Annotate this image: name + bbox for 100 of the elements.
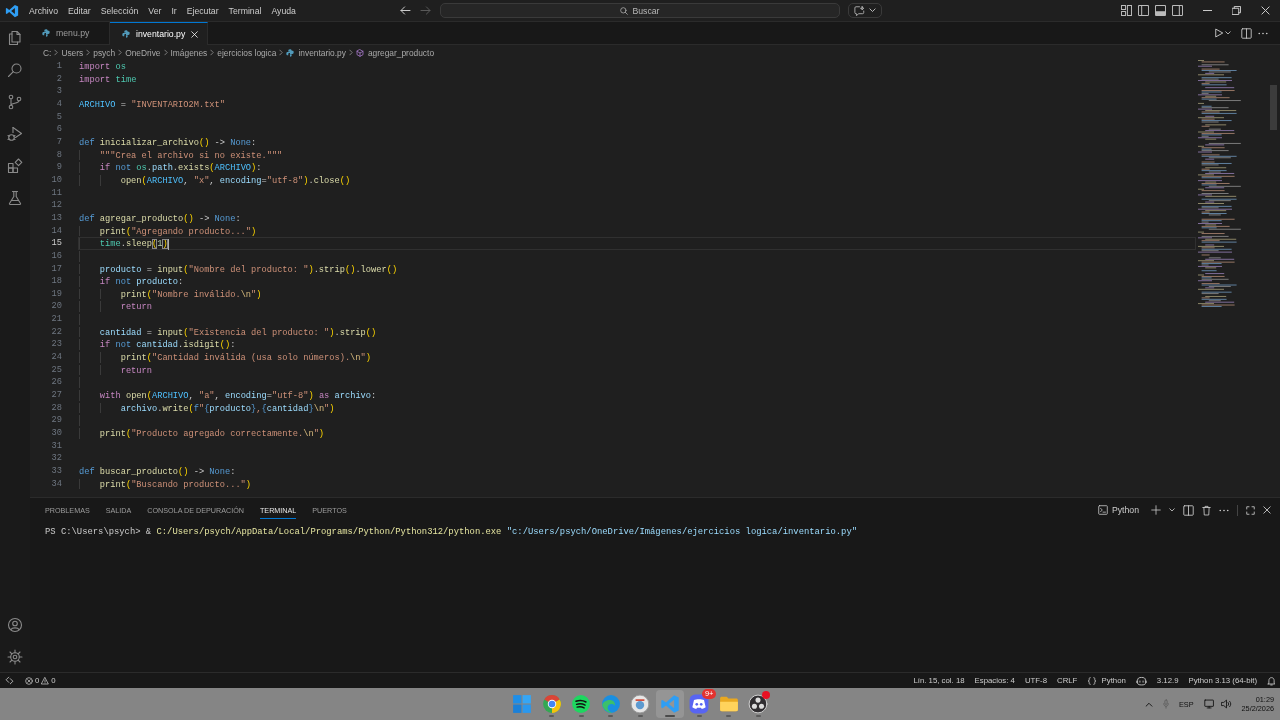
line-number: 16 [50, 249, 62, 263]
more-icon[interactable] [1219, 508, 1229, 512]
chevron-up-icon[interactable] [1144, 701, 1153, 707]
bell-icon[interactable] [1267, 675, 1276, 686]
line-number: 34 [50, 477, 62, 491]
round-app-icon[interactable] [630, 694, 650, 714]
panel-bottom-icon[interactable] [1155, 5, 1166, 16]
file-icon [42, 29, 50, 37]
split-editor-icon[interactable] [1241, 27, 1252, 39]
code-line: return [120, 364, 152, 376]
app-logo-icon [5, 3, 19, 18]
close-icon[interactable] [1263, 506, 1271, 514]
source-control-icon[interactable] [7, 94, 23, 110]
menu-item[interactable]: Ir [166, 5, 182, 16]
sidebar-right-icon[interactable] [1172, 5, 1183, 16]
code-line: def buscar_producto() -> None: [79, 466, 236, 477]
breadcrumb-item[interactable]: inventario.py [286, 47, 346, 58]
back-arrow-icon[interactable] [400, 6, 411, 15]
code-line: archivo.write(f"{producto},{cantidad}\n") [120, 402, 335, 414]
robot-face-icon[interactable] [1135, 675, 1147, 686]
menu-item[interactable]: Editar [62, 5, 96, 16]
code-line: import time [79, 73, 137, 85]
flask-icon[interactable] [7, 190, 23, 206]
trash-icon[interactable] [1202, 504, 1211, 516]
scrollbar-thumb[interactable] [1269, 85, 1277, 130]
line-number: 20 [50, 300, 62, 314]
chevron-right-icon [118, 49, 123, 56]
code-line: print("Buscando producto...") [99, 478, 252, 490]
run-icon[interactable] [1214, 28, 1224, 38]
code-line: with open(ARCHIVO, "a", encoding="utf-8") as archivo: [99, 390, 377, 401]
line-number: 18 [50, 275, 62, 288]
menu-item[interactable]: Ver [143, 5, 167, 16]
folder-icon[interactable] [718, 694, 739, 714]
menu-item[interactable]: Archivo [24, 5, 63, 16]
editor-tab[interactable]: inventario.py [110, 22, 209, 45]
text-cursor [167, 238, 169, 250]
plus-icon[interactable] [1151, 505, 1161, 515]
extensions-icon[interactable] [7, 158, 23, 174]
breadcrumb-item[interactable]: psych [93, 47, 116, 58]
command-center-button[interactable]: Buscar [440, 3, 840, 18]
code-line: import os [79, 61, 126, 72]
breadcrumb-item[interactable]: Users [61, 47, 84, 58]
chevron-right-icon [210, 49, 215, 56]
cube-icon [355, 48, 364, 57]
chevron-right-icon [279, 49, 284, 56]
sidebar-left-icon[interactable] [1138, 5, 1149, 16]
breadcrumb-item[interactable]: C: [43, 47, 52, 58]
angle-brackets-icon[interactable] [5, 676, 14, 685]
code-line: return [120, 301, 152, 313]
line-number: 3 [55, 85, 62, 98]
line-number: 9 [55, 161, 62, 174]
chat-button[interactable] [848, 3, 882, 18]
ring-segments-icon[interactable] [541, 694, 562, 714]
breadcrumb-item[interactable]: ejercicios logica [217, 47, 277, 58]
menu-item[interactable]: Selección [95, 5, 144, 16]
menu-item[interactable]: Ejecutar [181, 5, 224, 16]
code-line: open(ARCHIVO, "x", encoding="utf-8").close() [120, 174, 351, 186]
file-icon [122, 30, 130, 38]
line-number: 10 [50, 173, 62, 187]
close-icon[interactable] [1261, 6, 1270, 15]
line-number: 13 [50, 211, 62, 225]
run-debug-icon[interactable] [7, 126, 23, 142]
line-number: 12 [50, 199, 62, 212]
line-number: 32 [50, 452, 62, 465]
split-editor-icon[interactable] [1183, 504, 1194, 516]
chat-sparkle-icon [854, 5, 865, 16]
search-icon[interactable] [7, 62, 23, 78]
maximize-icon[interactable] [1246, 505, 1255, 515]
menu-item[interactable]: Terminal [223, 5, 267, 16]
account-icon[interactable] [7, 617, 23, 633]
terminal-profile-button[interactable]: Python [1097, 505, 1139, 515]
chevron-down-icon[interactable] [1225, 31, 1231, 35]
sound-waves-icon[interactable] [571, 694, 591, 714]
code-line: if not os.path.exists(ARCHIVO): [99, 162, 262, 173]
line-number: 6 [55, 123, 62, 136]
line-number: 5 [55, 110, 62, 124]
speaker-icon[interactable] [1220, 699, 1232, 709]
code-line: ARCHIVO = "INVENTARIO2M.txt" [79, 98, 225, 110]
chevron-right-icon [163, 49, 168, 56]
chevron-right-icon [86, 49, 91, 56]
code-line: print("Nombre inválido.\n") [120, 288, 262, 300]
breadcrumb-item[interactable]: OneDrive [125, 47, 161, 58]
breadcrumb-item[interactable]: Imágenes [170, 47, 208, 58]
aperture-icon[interactable] [748, 694, 768, 714]
line-number: 4 [55, 97, 62, 111]
files-icon[interactable] [7, 30, 23, 46]
restore-icon[interactable] [1232, 6, 1241, 15]
customize-layout-icon[interactable] [1121, 5, 1132, 16]
line-number: 14 [50, 224, 62, 238]
chevron-down-icon [869, 8, 876, 13]
breadcrumb-item[interactable]: agregar_producto [355, 47, 435, 58]
settings-icon[interactable] [7, 649, 23, 665]
chevron-down-icon[interactable] [1169, 508, 1175, 512]
monitor-icon[interactable] [1203, 699, 1215, 709]
menu-item[interactable]: Ayuda [266, 5, 301, 16]
line-number: 27 [50, 389, 62, 402]
more-icon[interactable] [1258, 31, 1268, 35]
braces-icon [1087, 676, 1098, 685]
code-line: print("Cantidad inválida (usa solo números).\n") [120, 352, 371, 363]
mascot-icon[interactable] [689, 694, 709, 714]
